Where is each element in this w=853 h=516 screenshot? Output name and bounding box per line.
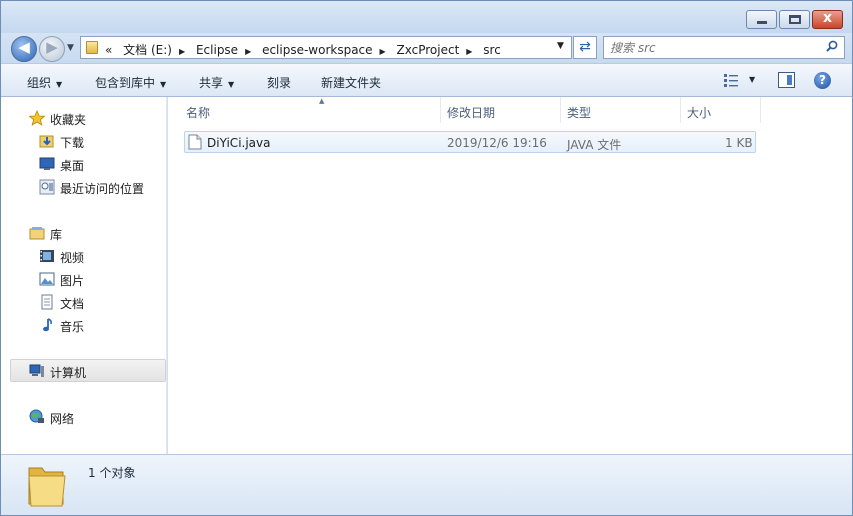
- breadcrumb-separator-icon[interactable]: ▶: [245, 47, 251, 56]
- file-icon: [188, 134, 202, 150]
- breadcrumb-separator-icon[interactable]: ▶: [466, 47, 472, 56]
- maximize-button[interactable]: [779, 10, 810, 29]
- folder-large-icon: [28, 467, 66, 507]
- folder-icon: [86, 41, 98, 54]
- burn-button[interactable]: 刻录: [267, 74, 291, 91]
- refresh-button[interactable]: ⇄: [573, 36, 597, 59]
- view-options-dropdown[interactable]: ▼: [749, 75, 755, 84]
- address-history-dropdown[interactable]: ▼: [557, 41, 564, 51]
- chevron-down-icon: ▼: [228, 80, 235, 89]
- video-icon: [40, 250, 54, 262]
- sort-ascending-icon: ▲: [319, 97, 325, 105]
- library-icon: [29, 227, 45, 240]
- column-header-type[interactable]: 类型: [561, 97, 681, 123]
- nav-item-music[interactable]: 音乐: [1, 315, 167, 335]
- address-row: ◀ ▶ ▼ « 文档 (E:) ▶ Eclipse ▶ eclipse-worksp…: [1, 33, 852, 63]
- minimize-icon: [757, 21, 767, 24]
- close-button[interactable]: x: [812, 10, 843, 29]
- preview-pane-icon[interactable]: [778, 72, 795, 88]
- breadcrumb-item-eclipse[interactable]: Eclipse: [196, 43, 238, 57]
- star-icon: [29, 110, 45, 126]
- item-count: 1 个对象: [88, 466, 136, 480]
- computer-icon: [29, 364, 44, 377]
- organize-button[interactable]: 组织 ▼: [27, 74, 62, 91]
- document-icon: [41, 294, 53, 310]
- nav-item-libraries[interactable]: 库: [1, 223, 167, 243]
- recent-pages-dropdown[interactable]: ▼: [67, 43, 74, 53]
- minimize-button[interactable]: [746, 10, 777, 29]
- breadcrumb-overflow[interactable]: «: [105, 43, 112, 57]
- column-header-name[interactable]: 名称 ▲: [180, 97, 441, 123]
- address-bar[interactable]: « 文档 (E:) ▶ Eclipse ▶ eclipse-workspace ▶ Z…: [80, 36, 572, 59]
- nav-item-favorites[interactable]: 收藏夹: [1, 108, 167, 128]
- include-in-library-button[interactable]: 包含到库中 ▼: [95, 74, 166, 91]
- breadcrumb-separator-icon[interactable]: ▶: [380, 47, 386, 56]
- chevron-down-icon: ▼: [160, 80, 167, 89]
- breadcrumb: « 文档 (E:) ▶ Eclipse ▶ eclipse-workspace ▶ Z…: [105, 41, 508, 58]
- share-button[interactable]: 共享 ▼: [199, 74, 234, 91]
- close-icon: x: [822, 10, 833, 26]
- table-row[interactable]: DiYiCi.java 2019/12/6 19:16 JAVA 文件 1 KB: [184, 131, 756, 153]
- nav-item-downloads[interactable]: 下载: [1, 131, 167, 151]
- recent-places-icon: [39, 179, 55, 195]
- file-modified: 2019/12/6 19:16: [447, 136, 547, 150]
- file-list: 名称 ▲ 修改日期 类型 大小 DiYiCi.java 2019/12/6 19…: [168, 97, 852, 454]
- command-bar: 组织 ▼ 包含到库中 ▼ 共享 ▼ 刻录 新建文件夹 ▼ ?: [1, 63, 852, 97]
- desktop-icon: [39, 157, 55, 170]
- chevron-down-icon: ▼: [56, 80, 63, 89]
- forward-button[interactable]: ▶: [39, 36, 65, 62]
- nav-item-videos[interactable]: 视频: [1, 246, 167, 266]
- download-folder-icon: [39, 135, 54, 148]
- maximize-icon: [789, 15, 801, 24]
- details-pane: 1 个对象: [1, 454, 852, 515]
- search-input[interactable]: [610, 39, 820, 56]
- back-button[interactable]: ◀: [11, 36, 37, 62]
- refresh-icon: ⇄: [579, 39, 591, 55]
- new-folder-button[interactable]: 新建文件夹: [321, 74, 381, 91]
- file-name: DiYiCi.java: [207, 136, 271, 150]
- file-type: JAVA 文件: [567, 138, 622, 152]
- picture-icon: [39, 272, 55, 286]
- column-header-size[interactable]: 大小: [681, 97, 761, 123]
- title-bar[interactable]: x: [1, 1, 852, 33]
- help-icon[interactable]: ?: [814, 72, 831, 89]
- column-header-modified[interactable]: 修改日期: [441, 97, 561, 123]
- breadcrumb-item-src[interactable]: src: [483, 43, 501, 57]
- breadcrumb-item-workspace[interactable]: eclipse-workspace: [262, 43, 372, 57]
- network-icon: [29, 409, 44, 423]
- navigation-pane: 收藏夹 下载 桌面 最近访问的位置 库 视频 图片 文档 音乐 计算机 网络: [1, 97, 167, 454]
- nav-item-desktop[interactable]: 桌面: [1, 154, 167, 174]
- breadcrumb-separator-icon[interactable]: ▶: [179, 47, 185, 56]
- file-size: 1 KB: [725, 136, 753, 150]
- nav-item-pictures[interactable]: 图片: [1, 269, 167, 289]
- nav-item-documents[interactable]: 文档: [1, 292, 167, 312]
- breadcrumb-item-drive[interactable]: 文档 (E:): [123, 43, 172, 57]
- forward-arrow-icon: ▶: [46, 38, 58, 56]
- nav-item-computer[interactable]: 计算机: [10, 359, 166, 382]
- music-icon: [43, 318, 52, 332]
- back-arrow-icon: ◀: [18, 38, 30, 56]
- search-icon[interactable]: [826, 40, 838, 52]
- search-box[interactable]: [603, 36, 845, 59]
- nav-item-recent-places[interactable]: 最近访问的位置: [1, 177, 167, 197]
- explorer-window: x ◀ ▶ ▼ « 文档 (E:) ▶ Eclipse ▶ eclipse-work…: [0, 0, 853, 516]
- breadcrumb-item-project[interactable]: ZxcProject: [397, 43, 460, 57]
- change-view-icon[interactable]: [723, 72, 739, 88]
- nav-item-network[interactable]: 网络: [1, 407, 167, 427]
